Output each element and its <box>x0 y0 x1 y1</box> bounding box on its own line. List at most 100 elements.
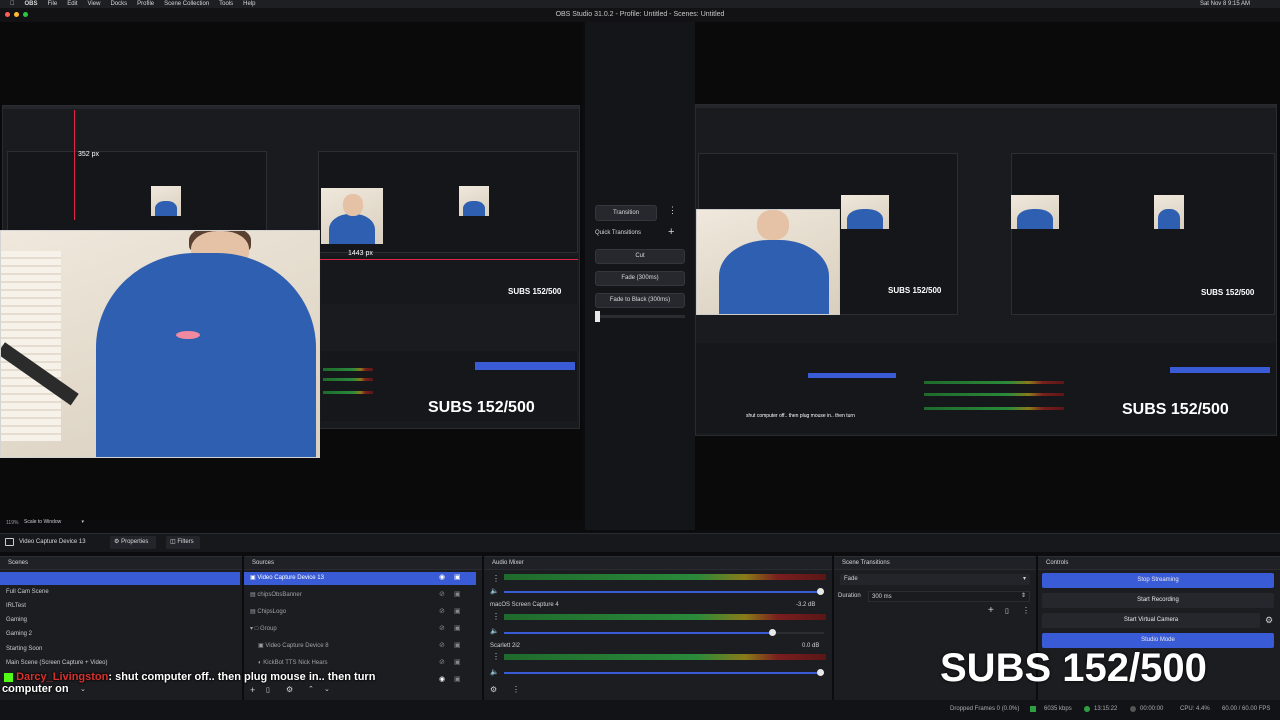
add-quick-transition-icon[interactable]: + <box>668 226 674 238</box>
volume-slider-track[interactable] <box>504 591 824 593</box>
lock-icon[interactable]: ▣ <box>454 590 461 598</box>
lock-icon[interactable]: ▣ <box>454 675 461 683</box>
minimize-window-icon[interactable] <box>14 12 19 17</box>
rec-icon <box>1130 706 1136 712</box>
eye-icon[interactable]: ◉ <box>439 675 445 683</box>
menu-edit[interactable]: Edit <box>67 1 77 7</box>
studio-transition-panel: Transition ⋮ Quick Transitions + Cut Fad… <box>585 22 695 530</box>
volume-slider-handle[interactable] <box>817 588 824 595</box>
speaker-icon[interactable]: 🔈 <box>490 668 499 676</box>
duration-input[interactable]: 300 ms ⇕ <box>868 591 1030 602</box>
t-bar-track[interactable] <box>595 315 685 318</box>
folder-icon: □ <box>254 626 259 632</box>
transition-button[interactable]: Transition <box>595 205 657 221</box>
webcam-video[interactable] <box>0 230 320 458</box>
mixer-channel-name: macOS Screen Capture 4 <box>490 602 559 608</box>
menu-scene-collection[interactable]: Scene Collection <box>164 1 209 7</box>
menu-docks[interactable]: Docks <box>110 1 127 7</box>
trash-icon[interactable]: ▯ <box>1005 607 1009 615</box>
duration-label: Duration <box>838 593 861 599</box>
scene-item[interactable]: Gaming <box>0 614 27 627</box>
menu-file[interactable]: File <box>48 1 58 7</box>
audio-mixer-dock: Audio Mixer ⋮ 🔈 macOS Screen Capture 4 -… <box>484 556 832 701</box>
source-item[interactable]: ▤ chipsObsBanner <box>244 589 302 602</box>
lock-icon[interactable]: ▣ <box>454 624 461 632</box>
menu-view[interactable]: View <box>88 1 101 7</box>
measure-label-top: 352 px <box>78 151 100 158</box>
transition-type-select[interactable]: Fade ▾ <box>840 574 1030 585</box>
eye-hidden-icon[interactable]: ⊘ <box>439 624 445 632</box>
scene-item[interactable]: Full Cam Scene <box>0 586 49 599</box>
transition-menu-icon[interactable]: ⋮ <box>668 205 677 216</box>
program-webcam-video <box>696 209 840 315</box>
lock-icon[interactable]: ▣ <box>454 573 461 581</box>
transition-menu-icon[interactable]: ⋮ <box>1022 606 1030 615</box>
mixer-channel-menu-icon[interactable]: ⋮ <box>492 612 500 621</box>
t-bar-handle[interactable] <box>595 311 600 322</box>
menu-profile[interactable]: Profile <box>137 1 154 7</box>
source-group[interactable]: ▾ □ Group <box>244 623 277 636</box>
volume-slider-handle[interactable] <box>817 669 824 676</box>
mac-menu-bar:  OBS File Edit View Docks Profile Scene… <box>0 0 1280 8</box>
lock-icon[interactable]: ▣ <box>454 641 461 649</box>
start-recording-button[interactable]: Start Recording <box>1042 593 1274 608</box>
filters-button[interactable]: ◫ Filters <box>166 536 200 549</box>
mixer-menu-icon[interactable]: ⋮ <box>512 685 520 694</box>
menu-app[interactable]: OBS <box>25 1 38 7</box>
source-item[interactable]: ◐ KickBot TTS Nick Hears <box>244 657 328 670</box>
eye-hidden-icon[interactable]: ⊘ <box>439 641 445 649</box>
menu-tools[interactable]: Tools <box>219 1 233 7</box>
scene-item[interactable]: Starting Soon <box>0 643 42 656</box>
cam-thumbnail <box>1154 195 1184 229</box>
source-item[interactable]: ▣ Video Capture Device 8 <box>244 640 329 653</box>
fade-button[interactable]: Fade (300ms) <box>595 271 685 286</box>
scene-item[interactable]: Main Scene (Screen Capture + Video) <box>0 657 107 670</box>
stepper-icon[interactable]: ⇕ <box>1021 591 1026 602</box>
chevron-down-icon: ▾ <box>81 519 84 525</box>
eye-hidden-icon[interactable]: ⊘ <box>439 590 445 598</box>
mixer-channel-menu-icon[interactable]: ⋮ <box>492 574 500 583</box>
start-virtual-camera-button[interactable]: Start Virtual Camera <box>1042 613 1260 628</box>
volume-slider-track[interactable] <box>504 672 824 674</box>
lock-icon[interactable]: ▣ <box>454 607 461 615</box>
speaker-icon[interactable]: 🔈 <box>490 587 499 595</box>
source-item[interactable]: ▤ ChipsLogo <box>244 606 286 619</box>
fade-button-label: Fade (300ms) <box>621 275 659 281</box>
program-nested-subs: SUBS 152/500 <box>888 286 942 295</box>
scene-item[interactable] <box>0 572 240 585</box>
scene-item[interactable]: IRLTest <box>0 600 26 613</box>
cut-button[interactable]: Cut <box>595 249 685 264</box>
zoom-level: 119% <box>6 520 19 526</box>
menu-help[interactable]: Help <box>243 1 255 7</box>
gear-icon[interactable]: ⚙ <box>1265 615 1273 626</box>
preview-subs-counter: SUBS 152/500 <box>428 399 535 416</box>
apple-icon[interactable]:  <box>10 1 15 7</box>
eye-hidden-icon[interactable]: ⊘ <box>439 658 445 666</box>
duration-value: 300 ms <box>872 594 892 600</box>
dropped-frames: Dropped Frames 0 (0.0%) <box>950 706 1020 712</box>
properties-button[interactable]: ⚙ Properties <box>110 536 156 549</box>
camera-icon: ▣ <box>258 643 264 649</box>
transition-type-value: Fade <box>844 576 858 582</box>
fps-readout: 60.00 / 60.00 FPS <box>1222 706 1271 712</box>
stop-streaming-button[interactable]: Stop Streaming <box>1042 573 1274 588</box>
mixer-settings-icon[interactable]: ⚙ <box>490 685 497 694</box>
fade-to-black-button[interactable]: Fade to Black (300ms) <box>595 293 685 308</box>
cam-thumbnail <box>841 195 889 229</box>
eye-icon[interactable]: ◉ <box>439 573 445 581</box>
speaker-icon[interactable]: 🔈 <box>490 627 499 635</box>
red-guide-vertical <box>74 110 75 220</box>
volume-slider-handle[interactable] <box>769 629 776 636</box>
camera-icon <box>5 538 14 546</box>
scale-select[interactable]: Scale to Window ▾ <box>24 519 86 527</box>
eye-hidden-icon[interactable]: ⊘ <box>439 607 445 615</box>
nested-subs-counter: SUBS 152/500 <box>508 287 562 296</box>
add-transition-icon[interactable]: + <box>988 605 994 616</box>
menubar-clock[interactable]: Sat Nov 8 9:15 AM <box>1200 1 1250 7</box>
scene-item[interactable]: Gaming 2 <box>0 628 32 641</box>
mixer-channel-menu-icon[interactable]: ⋮ <box>492 652 500 661</box>
preview-canvas[interactable]: 352 px 1443 px SUBS 152/500 SUBS 152/500… <box>0 22 582 526</box>
lock-icon[interactable]: ▣ <box>454 658 461 666</box>
close-window-icon[interactable] <box>5 12 10 17</box>
zoom-window-icon[interactable] <box>23 12 28 17</box>
